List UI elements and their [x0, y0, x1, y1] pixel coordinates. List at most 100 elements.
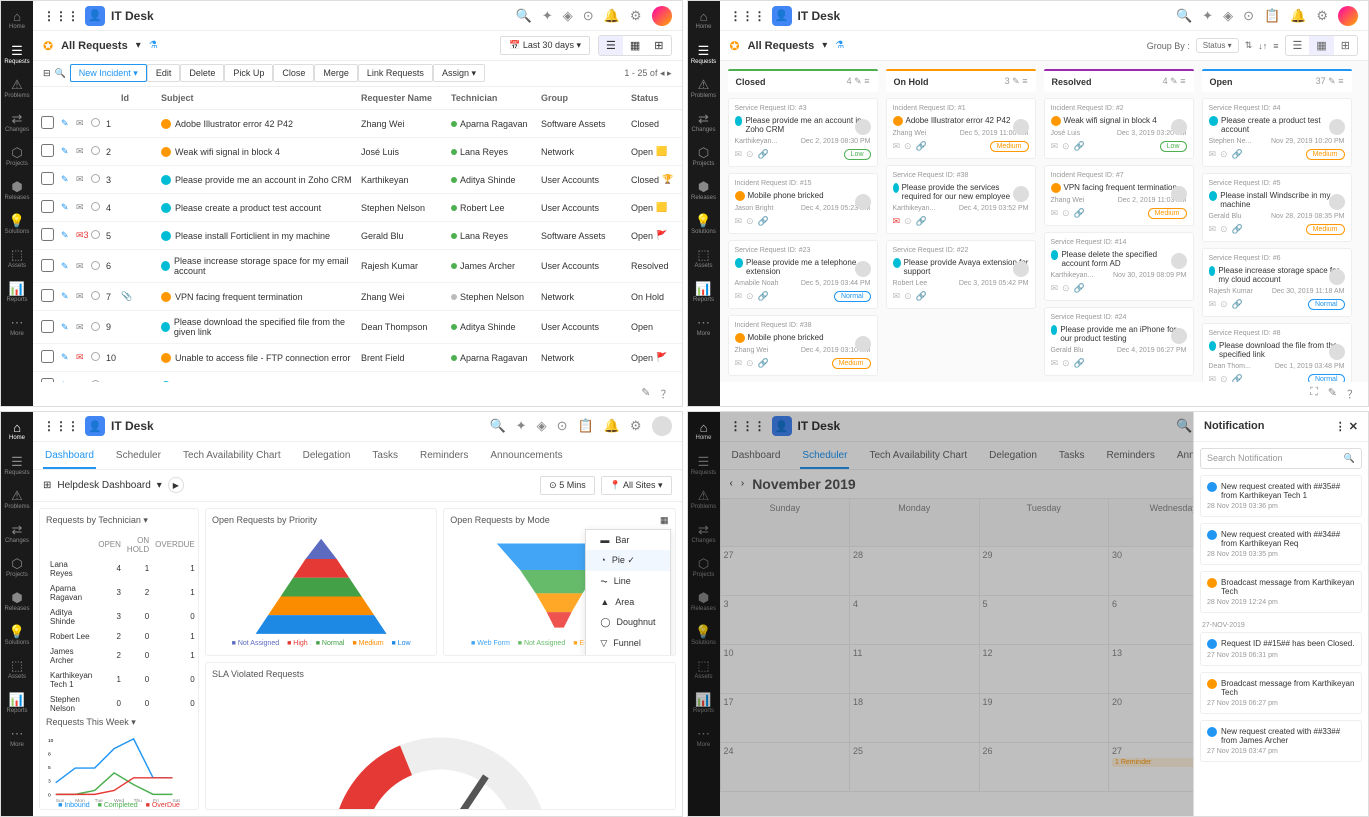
- calendar-cell[interactable]: 3: [721, 596, 851, 645]
- gear-icon[interactable]: ⚙: [630, 418, 642, 434]
- edit-icon[interactable]: ✎: [1012, 76, 1020, 86]
- row-checkbox[interactable]: [41, 350, 54, 363]
- mail-icon[interactable]: ✉: [1051, 358, 1059, 369]
- sidebar-item-reports[interactable]: 📊Reports: [7, 692, 27, 712]
- calendar-cell[interactable]: 26: [980, 743, 1110, 792]
- app-logo[interactable]: ⋮⋮⋮👤IT Desk: [43, 6, 154, 26]
- sidebar-item-releases[interactable]: ⬢Releases: [694, 179, 714, 199]
- sidebar-item-assets[interactable]: ⬚Assets: [694, 658, 714, 678]
- sidebar-item-reports[interactable]: 📊Reports: [7, 281, 27, 301]
- row-checkbox[interactable]: [41, 259, 54, 272]
- kanban-card[interactable]: Service Request ID: #3 Please provide me…: [728, 98, 878, 167]
- kanban-card[interactable]: Service Request ID: #23 Please provide m…: [728, 240, 878, 309]
- mail-icon[interactable]: ✉: [1209, 224, 1217, 235]
- mail-icon[interactable]: ✉: [1209, 299, 1217, 310]
- link-icon[interactable]: 🔗: [1074, 358, 1085, 369]
- edit-icon[interactable]: ✎: [61, 146, 76, 157]
- grid-view-icon[interactable]: ⊞: [647, 36, 670, 55]
- tab-scheduler[interactable]: Scheduler: [114, 444, 163, 469]
- mail-icon[interactable]: ✉: [76, 202, 91, 213]
- mail-icon[interactable]: ✉: [76, 261, 91, 272]
- view-title[interactable]: All Requests: [61, 40, 128, 52]
- last-days-pill[interactable]: 📅 Last 30 days ▾: [500, 36, 590, 55]
- chart-type-line[interactable]: ⏦Line: [586, 571, 669, 592]
- table-row[interactable]: ✎ ✉ 4 Please create a product test accou…: [33, 194, 682, 222]
- clock-icon[interactable]: ⊙: [1220, 299, 1228, 310]
- row-checkbox[interactable]: [41, 200, 54, 213]
- calendar-cell[interactable]: 12: [980, 645, 1110, 694]
- column-picker-icon[interactable]: ⊟: [43, 68, 51, 79]
- user-avatar[interactable]: [652, 6, 672, 26]
- sidebar-item-solutions[interactable]: 💡Solutions: [7, 624, 27, 644]
- tab-delegation[interactable]: Delegation: [301, 444, 353, 469]
- sidebar-item-more[interactable]: ⋯More: [7, 726, 27, 746]
- mail-icon[interactable]: ✉: [76, 352, 91, 363]
- sidebar-item-requests[interactable]: ☰Requests: [7, 43, 27, 63]
- filter-icon[interactable]: ⚗: [835, 40, 844, 51]
- chart-type-funnel[interactable]: ▽Funnel: [586, 633, 669, 654]
- edit-icon[interactable]: ✎: [61, 291, 76, 302]
- sidebar-item-projects[interactable]: ⬡Projects: [694, 145, 714, 165]
- sidebar-item-releases[interactable]: ⬢Releases: [694, 590, 714, 610]
- refresh-interval[interactable]: ⊙ 5 Mins: [540, 476, 595, 495]
- mail-icon[interactable]: ✉: [1051, 208, 1059, 219]
- row-checkbox[interactable]: [41, 116, 54, 129]
- sidebar-item-requests[interactable]: ☰Requests: [7, 454, 27, 474]
- table-row[interactable]: ✎ ✉ 11 Please setup a GoToMeeting with D…: [33, 372, 682, 382]
- notification-item[interactable]: New request created with ##33## from Jam…: [1200, 720, 1362, 762]
- kanban-card[interactable]: Service Request ID: #38 Please provide t…: [886, 165, 1036, 234]
- link-icon[interactable]: 🔗: [916, 291, 927, 302]
- calendar-cell[interactable]: 27: [721, 547, 851, 596]
- assign-button[interactable]: Assign ▾: [433, 64, 485, 82]
- sidebar-item-home[interactable]: ⌂Home: [694, 9, 714, 29]
- mail-icon[interactable]: ✉: [1051, 283, 1059, 294]
- tab-delegation[interactable]: Delegation: [987, 444, 1039, 469]
- sidebar-item-changes[interactable]: ⇄Changes: [694, 111, 714, 131]
- sidebar-item-home[interactable]: ⌂Home: [694, 420, 714, 440]
- column-header[interactable]: Subject: [161, 93, 361, 103]
- merge-button[interactable]: Merge: [314, 64, 358, 82]
- expand-icon[interactable]: ⛶: [1310, 386, 1318, 402]
- sort-icon[interactable]: ⇅: [1245, 40, 1253, 51]
- more-icon[interactable]: ≡: [1338, 76, 1343, 86]
- diamond-icon[interactable]: ◈: [563, 8, 573, 24]
- cal-prev-icon[interactable]: ‹: [730, 478, 733, 489]
- tab-tasks[interactable]: Tasks: [1057, 444, 1087, 469]
- calendar-cell[interactable]: 19: [980, 694, 1110, 743]
- gear-icon[interactable]: ⚙: [630, 8, 642, 24]
- tab-announcements[interactable]: Announcements: [488, 444, 564, 469]
- column-header[interactable]: [106, 93, 121, 103]
- more-icon[interactable]: ⋮: [1335, 421, 1346, 433]
- more-icon[interactable]: ≡: [864, 76, 869, 86]
- link-icon[interactable]: 🔗: [1232, 299, 1243, 310]
- close-icon[interactable]: ✕: [1349, 421, 1358, 433]
- table-row[interactable]: ✎ ✉ 1 Adobe Illustrator error 42 P42 Zha…: [33, 110, 682, 138]
- tab-scheduler[interactable]: Scheduler: [800, 444, 849, 469]
- mail-icon[interactable]: ✉: [893, 141, 901, 152]
- edit-icon[interactable]: ✎: [61, 202, 76, 213]
- clock-icon[interactable]: ⊙: [746, 149, 754, 160]
- chart-type-pyramid[interactable]: △Pyramid: [586, 654, 669, 656]
- chevron-down-icon[interactable]: ▾: [822, 40, 827, 51]
- search-icon[interactable]: 🔍: [1176, 8, 1192, 24]
- bell-icon[interactable]: 🔔: [1290, 8, 1306, 24]
- mail-icon[interactable]: ✉: [76, 118, 91, 129]
- sidebar-item-changes[interactable]: ⇄Changes: [7, 522, 27, 542]
- link-icon[interactable]: 🔗: [916, 216, 927, 227]
- table-row[interactable]: ✎ ✉3 5 Please install Forticlient in my …: [33, 222, 682, 250]
- edit-icon[interactable]: ✎: [61, 261, 76, 272]
- list-view-icon[interactable]: ☰: [1286, 36, 1310, 55]
- grid-view-icon[interactable]: ⊞: [1334, 36, 1357, 55]
- sidebar-item-assets[interactable]: ⬚Assets: [694, 247, 714, 267]
- list-view-icon[interactable]: ☰: [599, 36, 623, 55]
- tab-tech-availability-chart[interactable]: Tech Availability Chart: [867, 444, 969, 469]
- sidebar-item-more[interactable]: ⋯More: [7, 315, 27, 335]
- diamond-icon[interactable]: ◈: [537, 418, 547, 434]
- user-avatar[interactable]: [1338, 6, 1358, 26]
- link-icon[interactable]: 🔗: [1232, 224, 1243, 235]
- apps-grid-icon[interactable]: ⋮⋮⋮: [730, 419, 766, 433]
- kanban-card[interactable]: Incident Request ID: #38 Mobile phone br…: [728, 315, 878, 376]
- gear-icon[interactable]: ⚙: [1316, 8, 1328, 24]
- edit-icon[interactable]: ✎: [61, 118, 76, 129]
- column-header[interactable]: Status: [631, 93, 682, 103]
